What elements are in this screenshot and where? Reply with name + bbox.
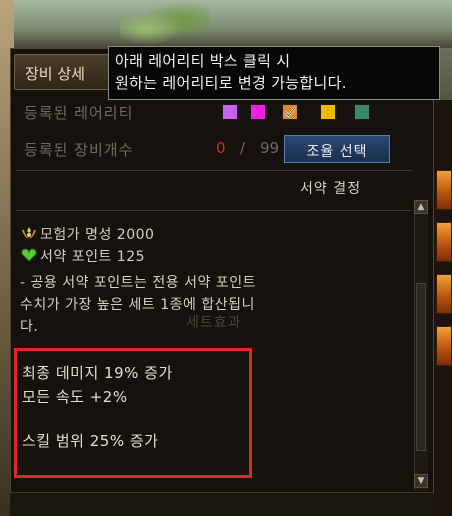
description-line-3: 다. (20, 319, 39, 335)
side-slot-3[interactable] (436, 274, 452, 314)
description-line-1: - 공용 서약 포인트는 전용 서약 포인트 (20, 275, 256, 291)
side-slot-2[interactable] (436, 222, 452, 262)
rarity-swatch-epic[interactable] (320, 104, 336, 120)
fame-line: 모험가 명성 2000 (20, 224, 154, 244)
registered-rarity-label: 등록된 레어리티 (24, 104, 134, 122)
rarity-swatch-taecho[interactable] (354, 104, 370, 120)
fame-text: 모험가 명성 2000 (40, 227, 155, 243)
tune-select-button[interactable]: 조율 선택 (284, 135, 390, 163)
effect-all-speed: 모든 속도 +2% (22, 388, 128, 406)
divider-content (16, 210, 412, 211)
tooltip-line-2: 원하는 레어리티로 변경 가능합니다. (115, 74, 347, 92)
scroll-down-button[interactable]: ▼ (414, 474, 428, 488)
registered-count-max: 99 (260, 139, 280, 157)
rarity-swatch-legendary[interactable] (282, 104, 298, 120)
rarity-tooltip: 아래 레어리티 박스 클릭 시 원하는 레어리티로 변경 가능합니다. (108, 46, 440, 100)
effect-final-damage: 최종 데미지 19% 증가 (22, 364, 173, 382)
registered-count-label: 등록된 장비개수 (24, 141, 134, 159)
panel-footer (10, 492, 434, 516)
tooltip-line-1: 아래 레어리티 박스 클릭 시 (115, 52, 291, 70)
set-effect-faded-label: 세트효과 (186, 315, 242, 331)
effect-skill-range: 스킬 범위 25% 증가 (22, 432, 159, 450)
background-vine (120, 0, 210, 48)
green-heart-icon (21, 248, 37, 262)
scrollbar-thumb[interactable] (416, 283, 426, 451)
points-text: 서약 포인트 125 (40, 249, 146, 265)
description-line-2: 수치가 가장 높은 세트 1종에 합산됩니 (20, 297, 255, 313)
points-line: 서약 포인트 125 (20, 246, 145, 266)
divider-top (16, 170, 412, 171)
count-separator: / (240, 139, 246, 157)
rarity-swatch-unique[interactable] (250, 104, 266, 120)
background-wall (0, 0, 452, 48)
side-slot-1[interactable] (436, 170, 452, 210)
section-title-oath: 서약 결정 (300, 181, 361, 197)
laurel-crest-icon (22, 227, 36, 239)
rarity-swatch-rare[interactable] (222, 104, 238, 120)
side-slot-4[interactable] (436, 326, 452, 366)
registered-count-value: 0 (216, 139, 226, 157)
checkmark-icon (284, 107, 296, 118)
scroll-up-button[interactable]: ▲ (414, 200, 428, 214)
